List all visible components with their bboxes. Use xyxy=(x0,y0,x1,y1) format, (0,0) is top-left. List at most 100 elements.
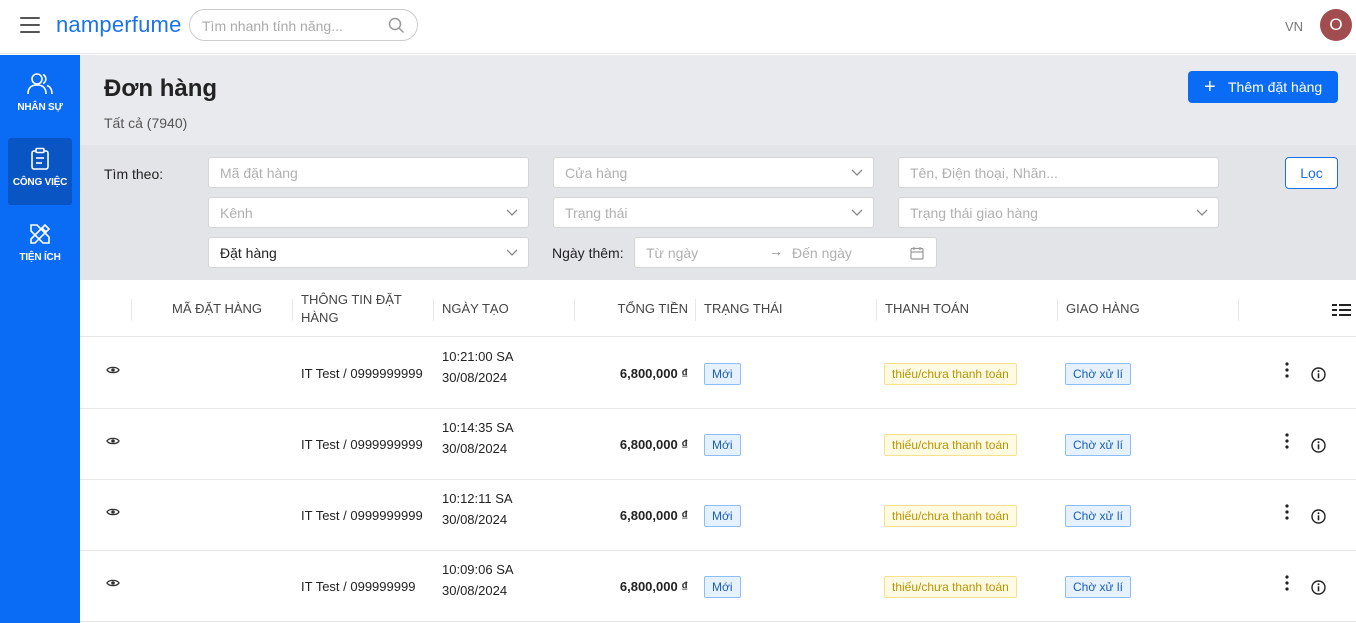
col-order-code[interactable]: MÃ ĐẶT HÀNG xyxy=(172,300,262,318)
status-input[interactable] xyxy=(565,204,837,222)
brand-logo[interactable]: namperfume xyxy=(56,12,182,38)
to-date-input[interactable] xyxy=(792,244,902,262)
info-icon[interactable] xyxy=(1311,367,1326,382)
customer-info[interactable]: IT Test / 0999999999 xyxy=(301,508,423,523)
customer-search-input[interactable] xyxy=(910,164,1182,182)
eye-icon[interactable] xyxy=(106,365,120,375)
table-header: MÃ ĐẶT HÀNG THÔNG TIN ĐẶT HÀNG NGÀY TẠO … xyxy=(80,281,1356,337)
page-header: Đơn hàng Tất cả (7940) + Thêm đặt hàng xyxy=(80,55,1356,145)
store-select[interactable] xyxy=(553,157,874,188)
status-badge: Mới xyxy=(704,434,741,456)
col-payment[interactable]: THANH TOÁN xyxy=(885,300,969,318)
payment-badge: thiếu/chưa thanh toán xyxy=(884,505,1017,527)
shipping-badge: Chờ xử lí xyxy=(1065,505,1131,527)
sidebar-item-personnel[interactable]: NHÂN SỰ xyxy=(8,63,72,130)
more-options-icon[interactable] xyxy=(1285,433,1289,449)
language-switcher[interactable]: VN xyxy=(1285,19,1303,34)
column-divider xyxy=(292,299,293,321)
sidebar: NHÂN SỰ CÔNG VIỆC TIỆN ÍCH xyxy=(0,55,80,623)
arrow-right-icon: → xyxy=(769,243,783,259)
eye-icon[interactable] xyxy=(106,507,120,517)
order-count: Tất cả (7940) xyxy=(104,115,188,131)
created-date: 30/08/2024 xyxy=(442,583,508,598)
sidebar-item-label: NHÂN SỰ xyxy=(17,102,63,113)
status-badge: Mới xyxy=(704,363,741,385)
search-icon[interactable] xyxy=(388,17,405,34)
calendar-icon[interactable] xyxy=(910,246,924,260)
store-input[interactable] xyxy=(565,164,837,182)
shipping-status-select[interactable] xyxy=(898,197,1219,228)
column-divider xyxy=(574,299,575,321)
payment-badge: thiếu/chưa thanh toán xyxy=(884,576,1017,598)
col-status[interactable]: TRẠNG THÁI xyxy=(704,300,783,318)
user-avatar[interactable]: O xyxy=(1320,9,1352,41)
status-badge: Mới xyxy=(704,576,741,598)
quick-search-input[interactable] xyxy=(202,16,382,36)
customer-info[interactable]: IT Test / 099999999 xyxy=(301,579,415,594)
created-time: 10:21:00 SA xyxy=(442,349,514,364)
column-divider xyxy=(433,299,434,321)
tools-icon xyxy=(30,223,51,244)
chevron-down-icon xyxy=(1196,209,1208,216)
column-divider xyxy=(695,299,696,321)
created-date: 30/08/2024 xyxy=(442,512,508,527)
shipping-status-input[interactable] xyxy=(910,204,1182,222)
column-divider xyxy=(1238,299,1239,321)
table-row[interactable]: IT Test / 0999999999 10:21:00 SA 30/08/2… xyxy=(80,338,1356,409)
plus-icon: + xyxy=(1204,76,1216,98)
shipping-badge: Chờ xử lí xyxy=(1065,434,1131,456)
created-time: 10:14:35 SA xyxy=(442,420,514,435)
quick-search[interactable] xyxy=(189,9,418,41)
column-settings-icon[interactable] xyxy=(1332,303,1351,318)
more-options-icon[interactable] xyxy=(1285,504,1289,520)
filter-panel: Tìm theo: Lọc Đặt hàng Ngày thêm: → xyxy=(80,145,1356,280)
date-added-label: Ngày thêm: xyxy=(552,245,624,261)
table-row[interactable]: IT Test / 0999999999 10:12:11 SA 30/08/2… xyxy=(80,480,1356,551)
col-created[interactable]: NGÀY TẠO xyxy=(442,300,509,318)
filter-label: Tìm theo: xyxy=(104,166,164,182)
order-code-field[interactable] xyxy=(208,157,529,188)
customer-search-field[interactable] xyxy=(898,157,1219,188)
more-options-icon[interactable] xyxy=(1285,362,1289,378)
eye-icon[interactable] xyxy=(106,578,120,588)
filter-button[interactable]: Lọc xyxy=(1285,157,1338,189)
order-type-select[interactable]: Đặt hàng xyxy=(208,237,529,268)
info-icon[interactable] xyxy=(1311,438,1326,453)
more-options-icon[interactable] xyxy=(1285,575,1289,591)
col-total[interactable]: TỔNG TIỀN xyxy=(580,300,688,318)
payment-badge: thiếu/chưa thanh toán xyxy=(884,434,1017,456)
created-date: 30/08/2024 xyxy=(442,441,508,456)
column-divider xyxy=(876,299,877,321)
payment-badge: thiếu/chưa thanh toán xyxy=(884,363,1017,385)
column-divider xyxy=(131,299,132,321)
column-divider xyxy=(1057,299,1058,321)
order-code-input[interactable] xyxy=(220,164,492,182)
order-total: 6,800,000 ₫ xyxy=(619,508,688,523)
hamburger-menu-icon[interactable] xyxy=(20,17,40,33)
table-row[interactable]: IT Test / 099999999 10:09:06 SA 30/08/20… xyxy=(80,551,1356,622)
add-order-button[interactable]: + Thêm đặt hàng xyxy=(1188,71,1338,103)
status-badge: Mới xyxy=(704,505,741,527)
sidebar-item-work[interactable]: CÔNG VIỆC xyxy=(8,138,72,205)
info-icon[interactable] xyxy=(1311,509,1326,524)
sidebar-item-utilities[interactable]: TIỆN ÍCH xyxy=(8,213,72,280)
table-row[interactable]: IT Test / 0999999999 10:14:35 SA 30/08/2… xyxy=(80,409,1356,480)
from-date-input[interactable] xyxy=(646,244,756,262)
clipboard-icon xyxy=(31,147,49,170)
customer-info[interactable]: IT Test / 0999999999 xyxy=(301,437,423,452)
date-range-picker[interactable]: → xyxy=(634,237,937,268)
created-date: 30/08/2024 xyxy=(442,370,508,385)
chevron-down-icon xyxy=(506,209,518,216)
users-icon xyxy=(27,73,53,95)
channel-input[interactable] xyxy=(220,204,492,222)
col-shipping[interactable]: GIAO HÀNG xyxy=(1066,300,1140,318)
status-select[interactable] xyxy=(553,197,874,228)
shipping-badge: Chờ xử lí xyxy=(1065,363,1131,385)
eye-icon[interactable] xyxy=(106,436,120,446)
customer-info[interactable]: IT Test / 0999999999 xyxy=(301,366,423,381)
info-icon[interactable] xyxy=(1311,580,1326,595)
chevron-down-icon xyxy=(851,169,863,176)
col-order-info[interactable]: THÔNG TIN ĐẶT HÀNG xyxy=(301,291,411,327)
channel-select[interactable] xyxy=(208,197,529,228)
order-type-value: Đặt hàng xyxy=(220,245,277,261)
